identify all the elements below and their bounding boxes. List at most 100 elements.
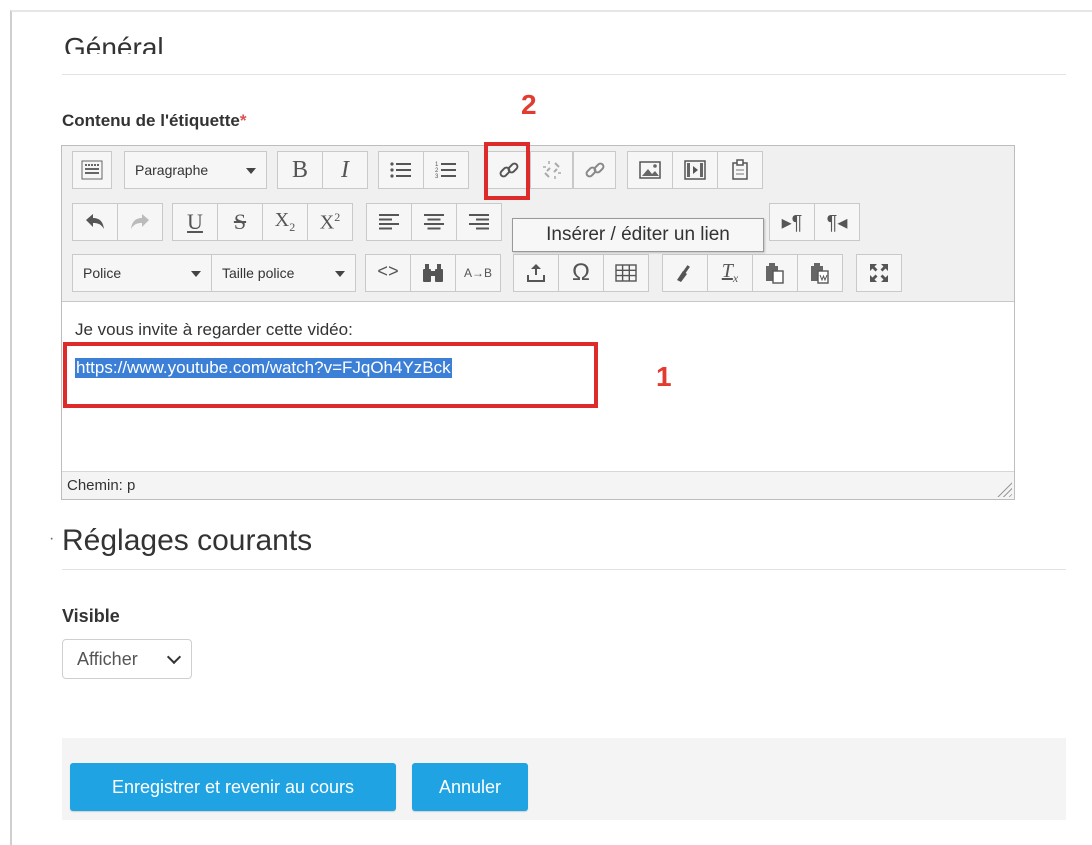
toolbar-toggle-button[interactable] [72, 151, 112, 189]
undo-icon [86, 214, 104, 229]
redo-button[interactable] [117, 203, 163, 241]
bold-button[interactable]: B [277, 151, 323, 189]
insert-image-button[interactable] [627, 151, 673, 189]
chevron-down-icon [246, 168, 256, 174]
section-settings-title[interactable]: Réglages courants [62, 524, 312, 558]
clear-format-icon: Tx [721, 260, 739, 285]
divider [62, 569, 1066, 570]
chevron-down-icon [335, 271, 345, 277]
section-general-title: Général [64, 34, 164, 54]
font-select[interactable]: Police [72, 254, 212, 292]
visible-select-value: Afficher [77, 648, 138, 669]
chevron-down-icon [166, 649, 182, 665]
annotation-box-2 [484, 142, 530, 200]
replace-icon: A→B [463, 266, 492, 280]
paste-text-icon [766, 263, 784, 284]
required-mark: * [239, 111, 247, 130]
numbered-list-button[interactable]: 123 [423, 151, 469, 189]
insert-media-button[interactable] [672, 151, 718, 189]
manage-files-button[interactable] [717, 151, 763, 189]
table-icon [615, 264, 637, 282]
clear-format-button[interactable]: Tx [707, 254, 753, 292]
special-char-button[interactable]: Ω [558, 254, 604, 292]
fullscreen-button[interactable] [856, 254, 902, 292]
form-actions: Enregistrer et revenir au cours Annuler [62, 738, 1066, 820]
align-center-button[interactable] [411, 203, 457, 241]
resize-grip-icon[interactable] [994, 479, 1012, 497]
clean-format-button[interactable] [662, 254, 708, 292]
element-path[interactable]: Chemin: p [67, 477, 135, 494]
subscript-icon: X2 [274, 209, 296, 234]
italic-button[interactable]: I [322, 151, 368, 189]
font-size-select-value: Taille police [222, 265, 295, 281]
insert-line-icon [527, 264, 545, 282]
font-select-value: Police [83, 265, 122, 281]
visible-label: Visible [62, 606, 120, 626]
fullscreen-icon [870, 264, 888, 282]
find-button[interactable] [410, 254, 456, 292]
find-icon [423, 264, 443, 282]
save-return-button[interactable]: Enregistrer et revenir au cours [70, 763, 396, 811]
html-source-button[interactable]: <> [365, 254, 411, 292]
underline-button[interactable]: U [172, 203, 218, 241]
italic-icon: I [341, 156, 349, 183]
strikethrough-icon: S [233, 209, 247, 234]
align-center-icon [424, 214, 444, 230]
clean-format-icon [677, 265, 690, 282]
superscript-button[interactable]: X2 [307, 203, 353, 241]
unlink-button[interactable] [530, 151, 573, 189]
subscript-button[interactable]: X2 [262, 203, 308, 241]
svg-text:3: 3 [435, 174, 439, 180]
underline-icon: U [187, 209, 203, 234]
superscript-icon: X2 [319, 209, 341, 234]
html-source-icon: <> [377, 263, 399, 283]
paste-word-button[interactable] [797, 254, 843, 292]
content-label: Contenu de l'étiquette* [62, 111, 246, 131]
paste-text-button[interactable] [752, 254, 798, 292]
ltr-icon: ▸¶ [781, 211, 803, 234]
align-right-icon [469, 214, 489, 230]
paste-word-icon [811, 263, 829, 284]
paste-word-icon [732, 159, 748, 180]
link-tooltip: Insérer / éditer un lien [512, 218, 764, 252]
bullet-list-icon [390, 162, 411, 178]
anchor-link-button[interactable] [573, 151, 616, 189]
format-select-value: Paragraphe [135, 162, 209, 178]
content-label-text: Contenu de l'étiquette [62, 111, 240, 130]
align-left-button[interactable] [366, 203, 412, 241]
bullet-list-button[interactable] [378, 151, 424, 189]
collapse-marker: · [49, 530, 55, 547]
image-icon [639, 161, 661, 179]
numbered-list-icon: 123 [435, 162, 456, 180]
align-left-icon [379, 214, 399, 230]
page: Général Contenu de l'étiquette* Paragrap… [10, 10, 1092, 845]
bold-icon: B [291, 156, 308, 183]
divider [62, 74, 1066, 75]
media-icon [684, 160, 706, 180]
align-right-button[interactable] [456, 203, 502, 241]
undo-button[interactable] [72, 203, 118, 241]
content-text: Je vous invite à regarder cette vidéo: [75, 320, 353, 339]
editor-toolbar: Paragraphe B I 123 U S X2 X2 ▸¶ ¶◂ Polic… [62, 146, 1014, 302]
replace-button[interactable]: A→B [455, 254, 501, 292]
font-size-select[interactable]: Taille police [211, 254, 356, 292]
special-char-icon: Ω [572, 259, 590, 286]
ltr-button[interactable]: ▸¶ [769, 203, 815, 241]
cancel-button[interactable]: Annuler [412, 763, 528, 811]
annotation-box-1 [63, 342, 598, 408]
toolbar-toggle-icon [81, 160, 103, 180]
unlink-icon [542, 161, 561, 179]
redo-icon [131, 214, 149, 229]
anchor-link-icon [585, 162, 604, 178]
visible-select[interactable]: Afficher [62, 639, 192, 679]
rtl-icon: ¶◂ [826, 211, 848, 234]
annotation-label-1: 1 [656, 361, 672, 392]
insert-line-button[interactable] [513, 254, 559, 292]
rich-text-editor: Paragraphe B I 123 U S X2 X2 ▸¶ ¶◂ Polic… [61, 145, 1015, 500]
strikethrough-button[interactable]: S [217, 203, 263, 241]
format-select[interactable]: Paragraphe [124, 151, 267, 189]
table-button[interactable] [603, 254, 649, 292]
chevron-down-icon [191, 271, 201, 277]
editor-statusbar: Chemin: p [62, 471, 1014, 499]
rtl-button[interactable]: ¶◂ [814, 203, 860, 241]
